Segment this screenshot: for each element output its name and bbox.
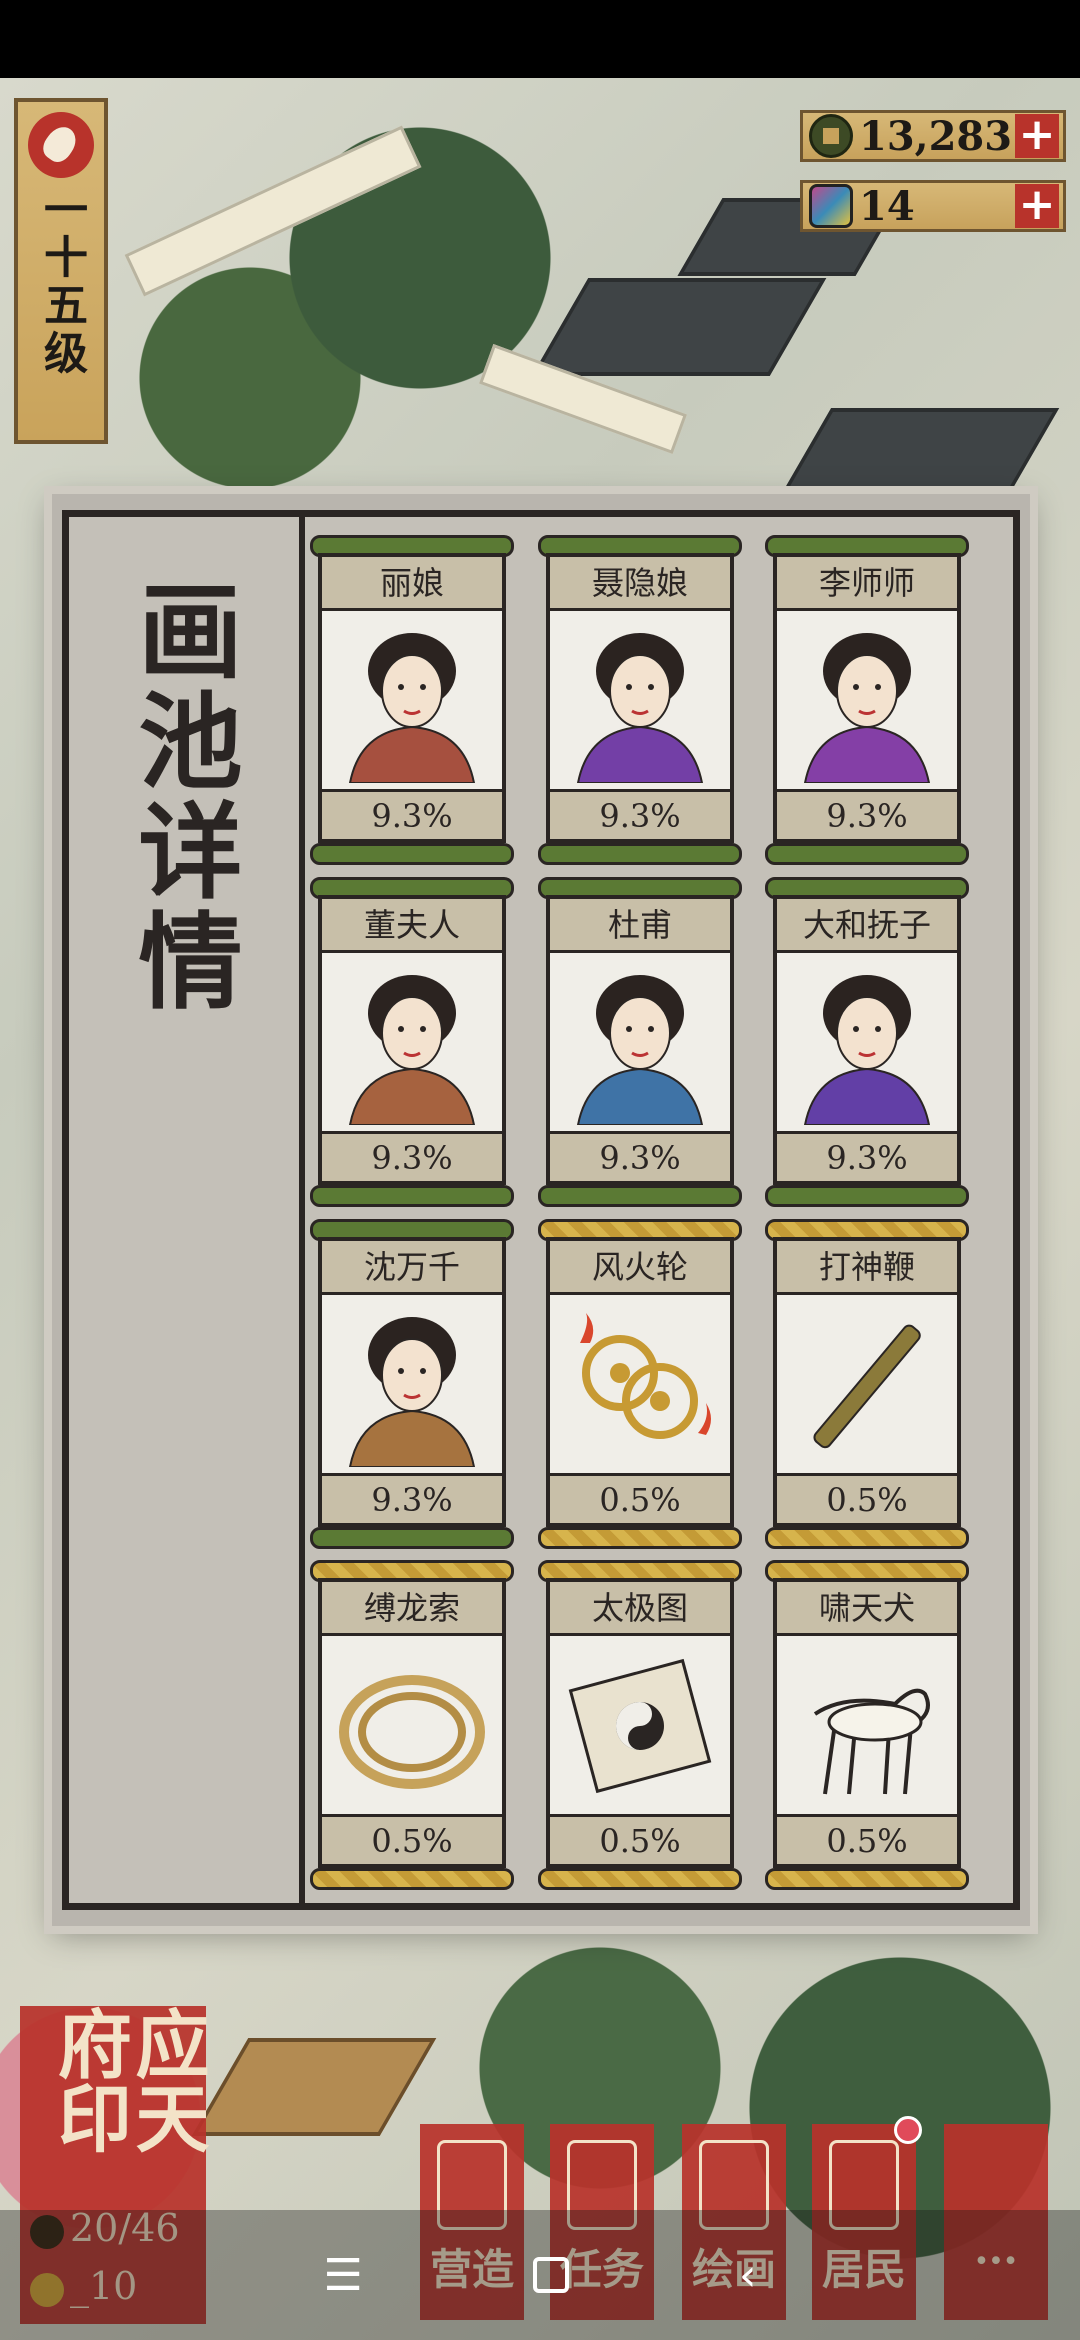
town-wall [124,125,422,297]
panel-border: 画池详情 丽娘 9.3% 聂隐娘 9.3% 李师师 9.3% 董夫人 9.3% 杜甫 9.3% 大和… [62,510,1020,1910]
card-frame: 聂隐娘 9.3% [546,553,734,843]
card-name: 打神鞭 [777,1241,957,1295]
card-name: 丽娘 [322,557,502,611]
coin-icon [809,114,853,158]
card-name: 啸天犬 [777,1582,957,1636]
panel-divider [299,517,305,1903]
card-name: 大和抚子 [777,899,957,953]
card-frame: 缚龙索 0.5% [318,1578,506,1868]
card-rate: 9.3% [777,1131,957,1181]
card-art [785,619,949,784]
card-frame: 大和抚子 9.3% [773,895,961,1185]
recent-apps-icon[interactable]: ☰ [323,2250,362,2301]
card-frame: 杜甫 9.3% [546,895,734,1185]
system-nav-bar: ☰ ‹ [0,2210,1080,2340]
brush-seal-icon [28,112,94,178]
card-name: 沈万千 [322,1241,502,1295]
card-cap-bottom [765,1185,969,1207]
pool-card[interactable]: 风火轮 0.5% [538,1219,742,1549]
pool-card[interactable]: 太极图 0.5% [538,1560,742,1890]
back-icon[interactable]: ‹ [739,2250,757,2301]
card-rate: 0.5% [550,1814,730,1864]
card-frame: 李师师 9.3% [773,553,961,843]
card-cap-bottom [765,1527,969,1549]
card-cap-bottom [765,843,969,865]
panel-title: 画池详情 [120,577,243,1017]
card-frame: 董夫人 9.3% [318,895,506,1185]
card-name: 太极图 [550,1582,730,1636]
card-name: 杜甫 [550,899,730,953]
card-rate: 9.3% [322,1131,502,1181]
card-frame: 太极图 0.5% [546,1578,734,1868]
card-name: 李师师 [777,557,957,611]
card-rate: 0.5% [550,1473,730,1523]
add-coins-button[interactable]: + [1015,113,1059,158]
card-art [558,961,722,1126]
card-cap-bottom [310,1527,514,1549]
pool-card[interactable]: 大和抚子 9.3% [765,877,969,1207]
coin-counter: 13,283 + [800,110,1066,162]
card-rate: 9.3% [322,789,502,839]
coin-value: 13,283 [859,112,1013,160]
gem-counter: 14 + [800,180,1066,232]
card-frame: 啸天犬 0.5% [773,1578,961,1868]
card-cap-bottom [765,1868,969,1890]
card-art [558,1644,722,1808]
card-cap-bottom [538,1185,742,1207]
card-rate: 9.3% [777,789,957,839]
card-rate: 9.3% [550,789,730,839]
card-art [330,619,494,784]
card-art [785,1303,949,1467]
card-cap-bottom [310,1868,514,1890]
pool-card[interactable]: 啸天犬 0.5% [765,1560,969,1890]
card-frame: 风火轮 0.5% [546,1237,734,1527]
gem-icon [809,184,853,228]
card-art [558,619,722,784]
card-rate: 0.5% [777,1814,957,1864]
pool-details-panel: 画池详情 丽娘 9.3% 聂隐娘 9.3% 李师师 9.3% 董夫人 9.3% 杜甫 9.3% 大和… [52,494,1030,1926]
house-roof [191,2038,437,2136]
card-cap-bottom [538,1527,742,1549]
home-icon[interactable] [532,2257,569,2293]
card-rate: 9.3% [322,1473,502,1523]
pool-card[interactable]: 杜甫 9.3% [538,877,742,1207]
card-name: 风火轮 [550,1241,730,1295]
level-label: 一十五级 [36,186,87,378]
card-name: 聂隐娘 [550,557,730,611]
house-roof [531,278,827,376]
card-frame: 丽娘 9.3% [318,553,506,843]
card-rate: 9.3% [550,1131,730,1181]
card-rate: 0.5% [322,1814,502,1864]
card-art [330,1303,494,1468]
city-name: 应天府印 [45,2006,209,2154]
player-level-badge[interactable]: 一十五级 [14,98,108,444]
card-art [330,1644,494,1808]
card-name: 缚龙索 [322,1582,502,1636]
pool-card[interactable]: 丽娘 9.3% [310,535,514,865]
pool-card[interactable]: 打神鞭 0.5% [765,1219,969,1549]
card-cap-bottom [538,843,742,865]
pool-card[interactable]: 李师师 9.3% [765,535,969,865]
card-cap-bottom [310,1185,514,1207]
pool-card[interactable]: 沈万千 9.3% [310,1219,514,1549]
add-gems-button[interactable]: + [1015,183,1059,228]
card-art [785,961,949,1126]
card-rate: 0.5% [777,1473,957,1523]
card-frame: 沈万千 9.3% [318,1237,506,1527]
pool-card[interactable]: 缚龙索 0.5% [310,1560,514,1890]
card-name: 董夫人 [322,899,502,953]
card-cap-bottom [310,843,514,865]
status-bar [0,0,1080,78]
card-art [558,1303,722,1467]
card-art [785,1644,949,1808]
card-frame: 打神鞭 0.5% [773,1237,961,1527]
pool-card[interactable]: 董夫人 9.3% [310,877,514,1207]
card-art [330,961,494,1126]
card-cap-bottom [538,1868,742,1890]
notification-dot [894,2116,922,2144]
pool-card[interactable]: 聂隐娘 9.3% [538,535,742,865]
gem-value: 14 [859,182,915,230]
